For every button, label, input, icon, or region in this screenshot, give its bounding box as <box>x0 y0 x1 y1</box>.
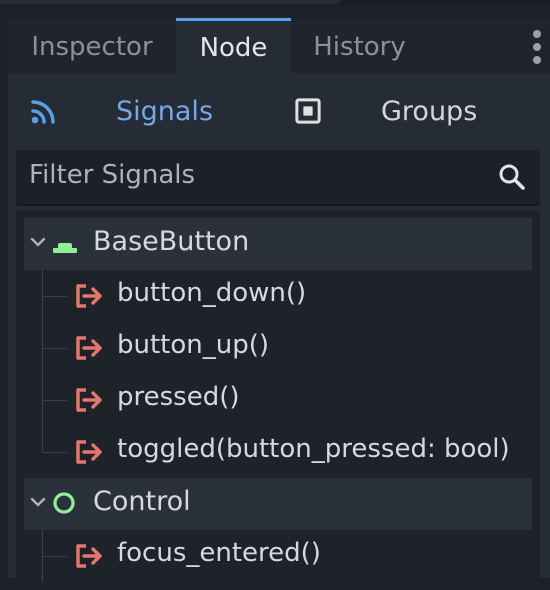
signals-tree: BaseButton button_down() button_up() pre… <box>16 210 540 590</box>
signals-icon <box>31 100 55 124</box>
node-mode-bar: Signals Groups <box>8 73 550 148</box>
groups-button[interactable]: Groups <box>290 87 545 137</box>
top-strip <box>0 0 550 6</box>
signal-icon <box>76 440 102 464</box>
base-button-icon <box>53 243 77 253</box>
signal-label: toggled(button_pressed: bool) <box>117 434 510 464</box>
tree-group-basebutton[interactable]: BaseButton <box>24 218 532 270</box>
signal-icon <box>76 336 102 360</box>
groups-icon <box>295 98 321 124</box>
dock-menu-icon[interactable] <box>532 30 542 64</box>
signal-icon <box>76 284 102 308</box>
node-dock: Inspector Node History Signals Groups Fi… <box>8 18 550 590</box>
signals-label: Signals <box>116 96 214 127</box>
dock-tab-bar: Inspector Node History <box>8 18 550 73</box>
search-icon <box>499 164 525 190</box>
group-label: BaseButton <box>93 226 250 257</box>
tab-inspector[interactable]: Inspector <box>8 18 176 73</box>
signal-label: focus_entered() <box>117 538 321 568</box>
signal-item[interactable]: button_down() <box>24 270 532 322</box>
group-label: Control <box>93 486 191 517</box>
control-icon <box>53 492 75 514</box>
signal-item[interactable]: toggled(button_pressed: bool) <box>24 426 532 478</box>
filter-placeholder: Filter Signals <box>29 160 196 190</box>
filter-signals-input[interactable]: Filter Signals <box>16 150 540 206</box>
signal-label: button_down() <box>117 278 307 308</box>
signal-label: pressed() <box>117 382 240 412</box>
signal-item[interactable]: button_up() <box>24 322 532 374</box>
chevron-down-icon[interactable] <box>30 496 46 508</box>
chevron-down-icon[interactable] <box>30 236 46 248</box>
groups-label: Groups <box>381 96 478 127</box>
tree-group-control[interactable]: Control <box>24 478 532 530</box>
tab-node[interactable]: Node <box>176 18 291 73</box>
signal-item[interactable]: focus_entered() <box>24 530 532 582</box>
signal-icon <box>76 544 102 568</box>
signal-icon <box>76 388 102 412</box>
tab-history[interactable]: History <box>291 18 428 73</box>
signals-button[interactable]: Signals <box>24 87 264 137</box>
signal-item[interactable]: pressed() <box>24 374 532 426</box>
signal-label: button_up() <box>117 330 270 360</box>
